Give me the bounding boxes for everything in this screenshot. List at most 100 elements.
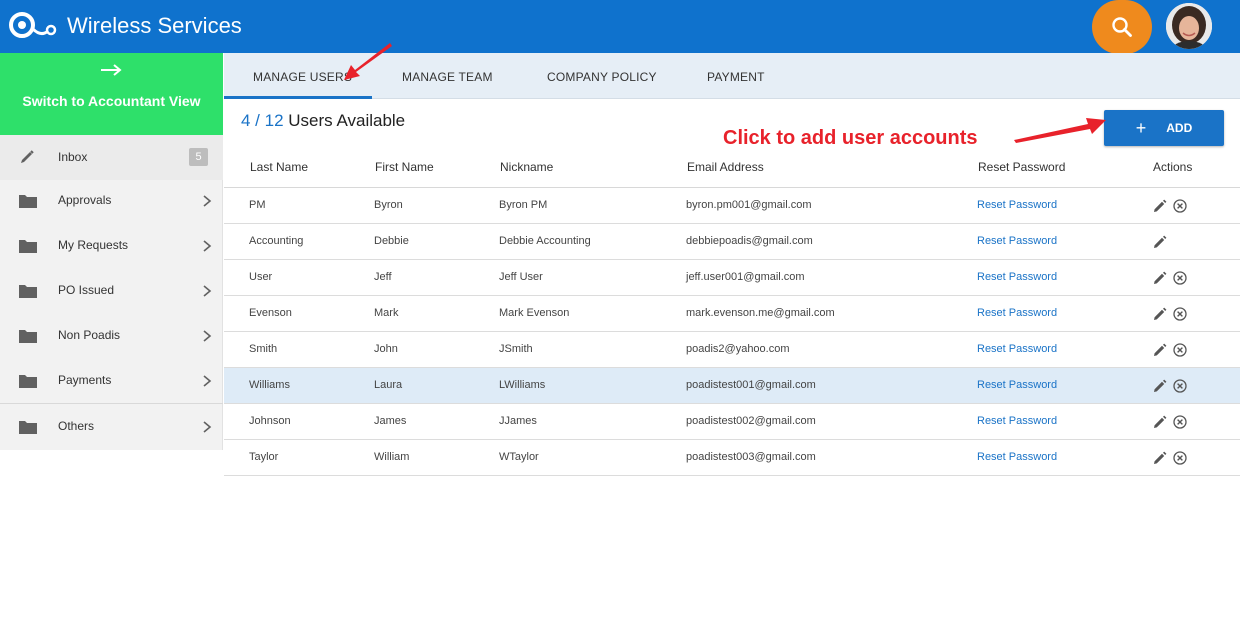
delete-icon[interactable]: [1173, 271, 1187, 285]
cell-last-name: Williams: [249, 379, 290, 391]
edit-icon[interactable]: [1153, 451, 1167, 465]
annotation-arrow-icon: [344, 43, 392, 80]
column-header-email[interactable]: Email Address: [687, 160, 764, 174]
inbox-count-badge: 5: [189, 148, 208, 166]
pencil-icon: [21, 150, 34, 163]
reset-password-link[interactable]: Reset Password: [977, 379, 1057, 391]
sidebar-item-inbox[interactable]: Inbox 5: [0, 135, 223, 180]
edit-icon[interactable]: [1153, 343, 1167, 357]
cell-first-name: Mark: [374, 307, 399, 319]
chevron-right-icon: [203, 375, 212, 387]
cell-email: poadistest003@gmail.com: [686, 451, 816, 463]
reset-password-link[interactable]: Reset Password: [977, 235, 1057, 247]
cell-last-name: Evenson: [249, 307, 292, 319]
folder-icon: [19, 330, 37, 343]
table-row[interactable]: Johnson James JJames poadistest002@gmail.co…: [224, 404, 1240, 440]
cell-nickname: Byron PM: [499, 199, 548, 211]
chevron-right-icon: [203, 195, 212, 207]
folder-icon: [19, 195, 37, 208]
delete-icon[interactable]: [1173, 199, 1187, 213]
cell-email: poadistest001@gmail.com: [686, 379, 816, 391]
chevron-right-icon: [203, 421, 212, 433]
annotation-arrow-icon: [1014, 118, 1106, 143]
tab-manage-team[interactable]: MANAGE TEAM: [402, 70, 493, 84]
cell-email: byron.pm001@gmail.com: [686, 199, 812, 211]
table-row[interactable]: PM Byron Byron PM byron.pm001@gmail.com Rese…: [224, 188, 1240, 224]
sidebar-item-others[interactable]: Others: [0, 404, 223, 449]
table-row[interactable]: User Jeff Jeff User jeff.user001@gmail.com R…: [224, 260, 1240, 296]
table-row[interactable]: Accounting Debbie Debbie Accounting debbiep…: [224, 224, 1240, 260]
cell-first-name: William: [374, 451, 410, 463]
edit-icon[interactable]: [1153, 379, 1167, 393]
cell-first-name: Laura: [374, 379, 403, 391]
plus-icon: +: [1135, 117, 1147, 138]
chevron-right-icon: [203, 285, 212, 297]
sidebar-item-non-poadis[interactable]: Non Poadis: [0, 313, 223, 358]
edit-icon[interactable]: [1153, 235, 1167, 249]
reset-password-link[interactable]: Reset Password: [977, 271, 1057, 283]
column-header-first-name[interactable]: First Name: [375, 160, 434, 174]
cell-email: debbiepoadis@gmail.com: [686, 235, 813, 247]
sidebar-item-label: Payments: [58, 373, 112, 387]
table-row[interactable]: Taylor William WTaylor poadistest003@gmail.…: [224, 440, 1240, 476]
chevron-right-icon: [203, 330, 212, 342]
table-row[interactable]: Williams Laura LWilliams poadistest001@gmai…: [224, 368, 1240, 404]
sidebar-item-label: My Requests: [58, 238, 129, 252]
add-button-label: ADD: [1166, 121, 1193, 135]
reset-password-link[interactable]: Reset Password: [977, 415, 1057, 427]
app-title: Wireless Services: [67, 13, 242, 38]
cell-email: jeff.user001@gmail.com: [686, 271, 805, 283]
top-bar: Wireless Services: [0, 0, 1240, 54]
table-row[interactable]: Smith John JSmith poadis2@yahoo.com Reset Pa…: [224, 332, 1240, 368]
delete-icon[interactable]: [1173, 307, 1187, 321]
tab-payment[interactable]: PAYMENT: [707, 70, 765, 84]
reset-password-link[interactable]: Reset Password: [977, 199, 1057, 211]
delete-icon[interactable]: [1173, 451, 1187, 465]
delete-icon[interactable]: [1173, 343, 1187, 357]
cell-last-name: PM: [249, 199, 266, 211]
users-count: 4 / 12: [241, 111, 284, 130]
sidebar: Switch to Accountant View Inbox 5 Approv…: [0, 53, 223, 620]
cell-last-name: Taylor: [249, 451, 279, 463]
column-header-last-name[interactable]: Last Name: [250, 160, 308, 174]
cell-last-name: User: [249, 271, 273, 283]
column-header-reset-password: Reset Password: [978, 160, 1066, 174]
users-available-label: Users Available: [288, 111, 406, 130]
cell-nickname: Debbie Accounting: [499, 235, 591, 247]
sidebar-item-approvals[interactable]: Approvals: [0, 178, 223, 223]
cell-nickname: Mark Evenson: [499, 307, 570, 319]
annotation-text: Click to add user accounts: [723, 127, 978, 149]
add-user-button[interactable]: + ADD: [1104, 110, 1224, 146]
edit-icon[interactable]: [1153, 307, 1167, 321]
sidebar-item-payments[interactable]: Payments: [0, 358, 223, 403]
chevron-right-icon: [203, 240, 212, 252]
edit-icon[interactable]: [1153, 415, 1167, 429]
sidebar-item-po-issued[interactable]: PO Issued: [0, 268, 223, 313]
column-header-nickname[interactable]: Nickname: [500, 160, 553, 174]
edit-icon[interactable]: [1153, 199, 1167, 213]
tab-company-policy[interactable]: COMPANY POLICY: [547, 70, 657, 84]
switch-label: Switch to Accountant View: [22, 93, 201, 109]
cell-email: poadistest002@gmail.com: [686, 415, 816, 427]
avatar[interactable]: [1166, 3, 1212, 49]
reset-password-link[interactable]: Reset Password: [977, 451, 1057, 463]
cell-nickname: JSmith: [499, 343, 533, 355]
table-row[interactable]: Evenson Mark Mark Evenson mark.evenson.me@g…: [224, 296, 1240, 332]
cell-first-name: James: [374, 415, 407, 427]
sidebar-item-label: Inbox: [58, 150, 88, 164]
switch-to-accountant-view-button[interactable]: Switch to Accountant View: [0, 53, 223, 135]
reset-password-link[interactable]: Reset Password: [977, 307, 1057, 319]
search-button[interactable]: [1092, 0, 1152, 54]
reset-password-link[interactable]: Reset Password: [977, 343, 1057, 355]
cell-last-name: Smith: [249, 343, 278, 355]
cell-nickname: WTaylor: [499, 451, 539, 463]
folder-icon: [19, 375, 37, 388]
folder-icon: [19, 285, 37, 298]
arrow-right-icon: [101, 64, 122, 76]
delete-icon[interactable]: [1173, 415, 1187, 429]
sidebar-item-label: Others: [58, 419, 95, 433]
edit-icon[interactable]: [1153, 271, 1167, 285]
sidebar-item-label: PO Issued: [58, 283, 115, 297]
delete-icon[interactable]: [1173, 379, 1187, 393]
sidebar-item-my-requests[interactable]: My Requests: [0, 223, 223, 268]
